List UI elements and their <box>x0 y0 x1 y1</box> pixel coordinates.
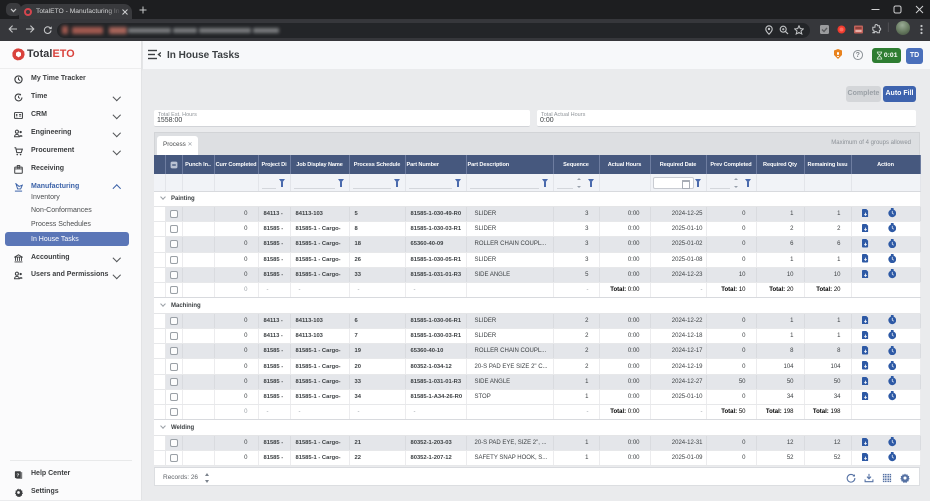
svg-text:?: ? <box>16 472 19 478</box>
